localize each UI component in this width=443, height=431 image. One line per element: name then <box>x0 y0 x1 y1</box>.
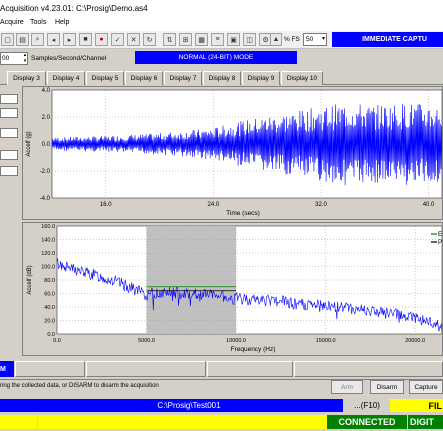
sample-rate-label: Samples/Second/Channel <box>31 55 107 62</box>
left-control-4[interactable] <box>0 150 18 160</box>
digitizer-status: DIGIT <box>408 415 443 429</box>
menu-help[interactable]: Help <box>55 19 69 26</box>
tab-display-4[interactable]: Display 4 <box>47 71 85 85</box>
browse-f10-button[interactable]: ...(F10) <box>345 399 389 412</box>
freq-ytick-label: 80.0 <box>44 278 55 284</box>
window-icon[interactable]: ◫ <box>243 33 256 46</box>
signal-icon[interactable]: ⇅ <box>163 33 176 46</box>
cancel-icon[interactable]: ✕ <box>127 33 140 46</box>
tab-display-3[interactable]: Display 3 <box>7 71 46 85</box>
time-ytick-label: -2.0 <box>40 169 51 175</box>
percent-fs-select[interactable]: 50 <box>303 33 327 46</box>
menu-acquire[interactable]: Acquire <box>0 19 24 26</box>
menu-bar: Acquire Tools Help <box>0 18 443 31</box>
time-ytick-label: 4.0 <box>42 88 51 94</box>
menu-tools[interactable]: Tools <box>30 19 46 26</box>
time-xtick-label: 40.0 <box>423 202 435 208</box>
left-control-2[interactable] <box>0 108 18 118</box>
legend-label-e: E <box>438 232 442 238</box>
time-plot-panel: 4.0 2.0 0.0 -2.0 -4.0 16.0 24.0 32.0 40.0 Accel… <box>22 86 443 220</box>
time-plot-ylabel: Accelf (g) <box>26 131 32 156</box>
freq-xtick-label: 10000.0 <box>226 338 246 344</box>
grid-icon[interactable]: ▦ <box>195 33 208 46</box>
time-xtick-label: 16.0 <box>100 202 112 208</box>
status-box-4 <box>294 361 443 377</box>
hint-text: ring the collected data, or DISARM to di… <box>0 383 159 389</box>
stop-icon[interactable]: ■ <box>79 33 92 46</box>
file-bar-left <box>0 399 35 412</box>
record-icon[interactable]: ● <box>95 33 108 46</box>
channel-icon[interactable]: ⊞ <box>179 33 192 46</box>
tab-display-7[interactable]: Display 7 <box>164 71 202 85</box>
connected-status: CONNECTED <box>327 415 407 429</box>
window-title: Acquisition v4.23.01: C:\Prosig\Demo.as4 <box>0 4 148 13</box>
status-cell-2 <box>38 415 327 429</box>
tab-display-8[interactable]: Display 8 <box>203 71 241 85</box>
time-xtick-label: 32.0 <box>315 202 327 208</box>
play-icon[interactable]: ▸ <box>63 33 76 46</box>
freq-xtick-label: 20000.0 <box>405 338 425 344</box>
cursor-icon[interactable]: ▲ <box>270 33 282 46</box>
zoom-icon[interactable]: ⌕ <box>31 33 44 46</box>
legend-label-p: P <box>438 240 442 246</box>
file-path: C:\Prosig\Test001 <box>35 399 343 412</box>
time-ytick-label: 0.0 <box>42 142 51 148</box>
frequency-plot-ylabel: Accelf (dB) <box>27 265 33 294</box>
freq-ytick-label: 140.0 <box>41 238 55 244</box>
left-control-5[interactable] <box>0 166 18 176</box>
new-icon[interactable]: ▢ <box>1 33 14 46</box>
freq-xtick-label: 15000.0 <box>316 338 336 344</box>
freq-ytick-label: 20.0 <box>44 319 55 325</box>
list-icon[interactable]: ≡ <box>211 33 224 46</box>
frequency-plot-xlabel: Frequency (Hz) <box>231 346 276 353</box>
left-control-panel <box>0 86 21 356</box>
immediate-capture-button[interactable]: IMMEDIATE CAPTU <box>332 32 443 47</box>
freq-xtick-label: 5000.0 <box>138 338 155 344</box>
time-plot-svg: 4.0 2.0 0.0 -2.0 -4.0 16.0 24.0 32.0 40.0 Accel… <box>26 88 443 217</box>
tab-display-9[interactable]: Display 9 <box>242 71 280 85</box>
left-control-1[interactable] <box>0 94 18 104</box>
repeat-icon[interactable]: ↻ <box>143 33 156 46</box>
arm-button[interactable]: Arm <box>331 380 363 394</box>
frequency-plot-svg: 160.0140.0120.0100.080.060.040.020.00.0 … <box>27 224 443 353</box>
open-icon[interactable]: ▤ <box>16 33 29 46</box>
frequency-plot-panel: 160.0 140.0 120.0 100.0 80.0 60.0 40.0 20.0 0.0 … <box>22 222 443 356</box>
file-status: FIL <box>390 399 443 412</box>
capture-button[interactable]: Capture <box>409 380 443 394</box>
tab-display-5[interactable]: Display 5 <box>86 71 124 85</box>
step-back-icon[interactable]: ◂ <box>47 33 60 46</box>
mode-indicator: NORMAL (24-BIT) MODE <box>135 51 297 64</box>
arm-status-indicator: M <box>0 361 14 377</box>
check-icon[interactable]: ✓ <box>111 33 124 46</box>
tab-display-10[interactable]: Display 10 <box>281 71 323 85</box>
freq-ytick-label: 100.0 <box>41 265 55 271</box>
freq-ytick-label: 40.0 <box>44 305 55 311</box>
disarm-button[interactable]: Disarm <box>370 380 404 394</box>
image-icon[interactable]: ▣ <box>227 33 240 46</box>
freq-ytick-label: 120.0 <box>41 251 55 257</box>
display-tabs: Display 3 Display 4 Display 5 Display 6 … <box>0 69 443 85</box>
time-ytick-label: 2.0 <box>42 115 51 121</box>
percent-fs-label: % FS <box>284 36 300 43</box>
freq-ytick-label: 60.0 <box>44 292 55 298</box>
time-plot-xlabel: Time (secs) <box>226 210 260 217</box>
time-ytick-label: -4.0 <box>40 196 51 202</box>
tab-display-6[interactable]: Display 6 <box>125 71 163 85</box>
sample-rate-spinner-icon[interactable]: ▴ ▾ <box>22 52 28 65</box>
freq-ytick-label: 160.0 <box>41 224 55 230</box>
time-xtick-label: 24.0 <box>208 202 220 208</box>
left-control-3[interactable] <box>0 128 18 138</box>
status-box-3 <box>207 361 293 377</box>
status-cell-1 <box>0 415 37 429</box>
status-box-1 <box>15 361 85 377</box>
title-bar: Acquisition v4.23.01: C:\Prosig\Demo.as4 <box>0 0 443 18</box>
status-box-2 <box>86 361 206 377</box>
freq-xtick-label: 0.0 <box>53 338 61 344</box>
